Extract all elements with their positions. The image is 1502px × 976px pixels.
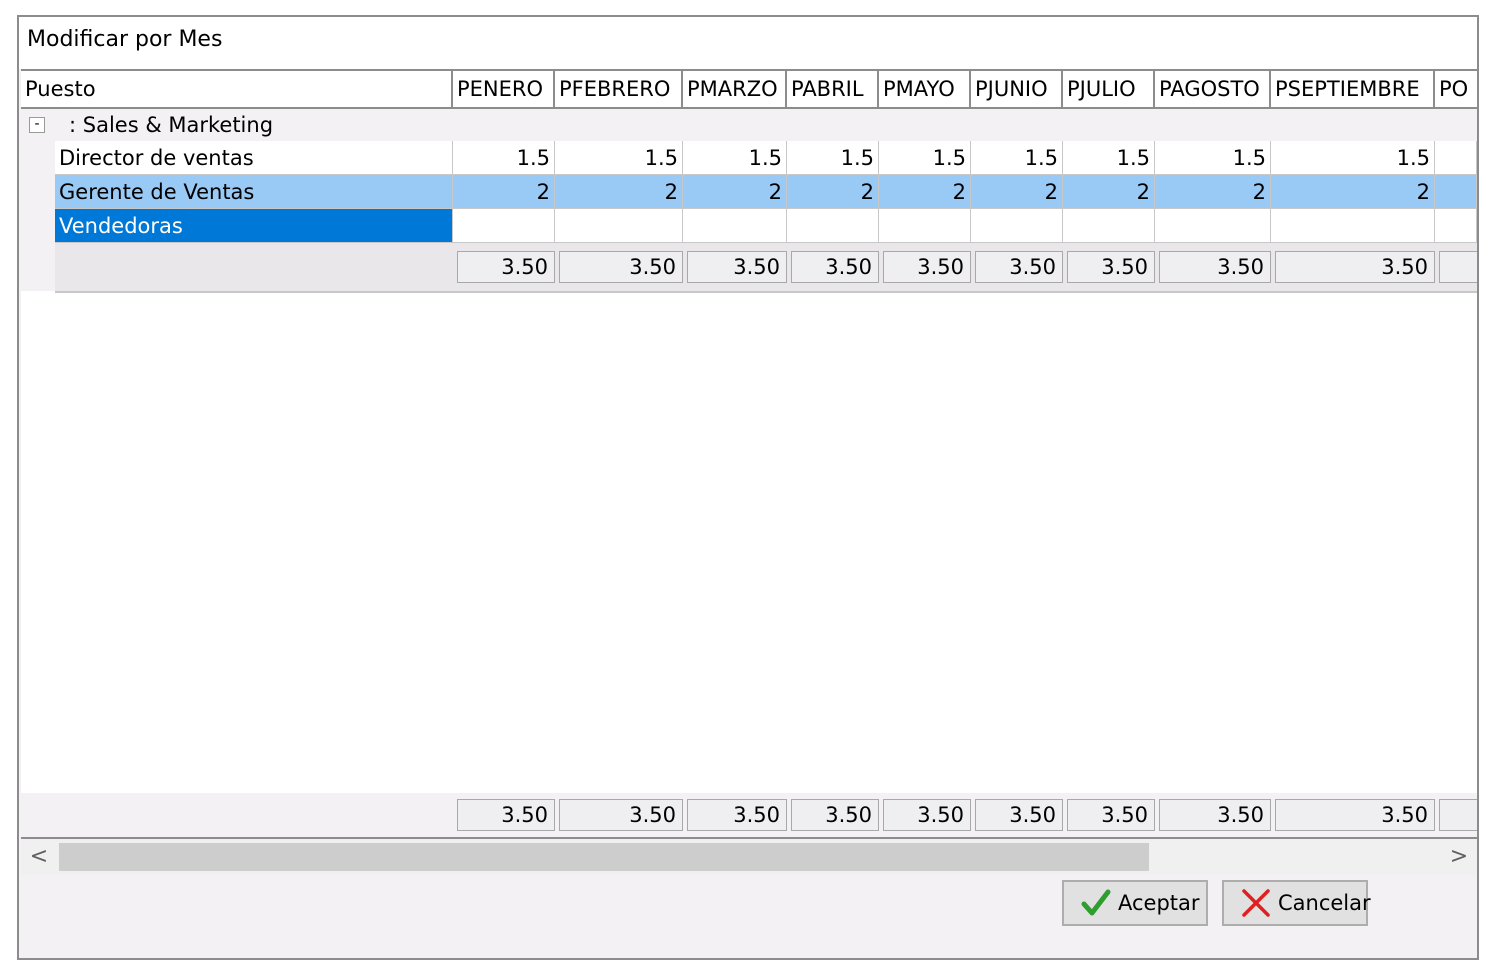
- grand-total-julio: 3.50: [1067, 799, 1155, 831]
- grand-total-enero: 3.50: [457, 799, 555, 831]
- grand-total-abril: 3.50: [791, 799, 879, 831]
- cell-enero[interactable]: 2: [453, 175, 555, 209]
- column-header-puesto[interactable]: Puesto: [21, 71, 453, 107]
- column-header-febrero[interactable]: PFEBRERO: [555, 71, 683, 107]
- title-bar: Modificar por Mes: [19, 17, 1477, 69]
- table-row[interactable]: Vendedoras: [55, 209, 1477, 243]
- scroll-right-arrow-icon[interactable]: >: [1445, 843, 1473, 871]
- checkmark-icon: [1081, 889, 1111, 916]
- column-header-julio[interactable]: PJULIO: [1063, 71, 1155, 107]
- cell-febrero[interactable]: 2: [555, 175, 683, 209]
- group-indent: [21, 141, 55, 291]
- cell-octubre[interactable]: [1435, 175, 1477, 209]
- cell-julio[interactable]: 1.5: [1063, 141, 1155, 175]
- group-total-mayo: 3.50: [883, 251, 971, 283]
- column-header-abril[interactable]: PABRIL: [787, 71, 879, 107]
- cell-abril[interactable]: [787, 209, 879, 243]
- collapse-toggle[interactable]: -: [29, 117, 45, 133]
- row-name[interactable]: Director de ventas: [55, 141, 453, 175]
- grand-total-mayo: 3.50: [883, 799, 971, 831]
- cell-julio[interactable]: [1063, 209, 1155, 243]
- group-summary-row: 3.50 3.50 3.50 3.50 3.50 3.50 3.50 3.50 …: [55, 243, 1477, 293]
- group-total-enero: 3.50: [457, 251, 555, 283]
- group-total-agosto: 3.50: [1159, 251, 1271, 283]
- column-header-septiembre[interactable]: PSEPTIEMBRE: [1271, 71, 1435, 107]
- cell-marzo[interactable]: [683, 209, 787, 243]
- cell-septiembre[interactable]: [1271, 209, 1435, 243]
- x-icon: [1242, 889, 1270, 917]
- horizontal-scrollbar[interactable]: < >: [21, 839, 1477, 875]
- window-title: Modificar por Mes: [27, 27, 223, 52]
- cell-octubre[interactable]: [1435, 141, 1477, 175]
- cell-junio[interactable]: [971, 209, 1063, 243]
- group-total-julio: 3.50: [1067, 251, 1155, 283]
- cell-agosto[interactable]: 2: [1155, 175, 1271, 209]
- cell-marzo[interactable]: 2: [683, 175, 787, 209]
- cancel-button[interactable]: Cancelar: [1222, 880, 1371, 926]
- cell-marzo[interactable]: 1.5: [683, 141, 787, 175]
- scroll-left-arrow-icon[interactable]: <: [25, 843, 53, 871]
- table-row[interactable]: Director de ventas 1.5 1.5 1.5 1.5 1.5 1…: [55, 141, 1477, 175]
- column-header-agosto[interactable]: PAGOSTO: [1155, 71, 1271, 107]
- cell-mayo[interactable]: [879, 209, 971, 243]
- grand-total-row: 3.50 3.50 3.50 3.50 3.50 3.50 3.50 3.50 …: [21, 793, 1477, 839]
- data-grid: Puesto PENERO PFEBRERO PMARZO PABRIL PMA…: [21, 69, 1477, 841]
- dialog-window: Modificar por Mes Puesto PENERO PFEBRERO…: [17, 15, 1479, 960]
- grand-total-junio: 3.50: [975, 799, 1063, 831]
- accept-button[interactable]: Aceptar: [1062, 880, 1208, 926]
- grand-total-agosto: 3.50: [1159, 799, 1271, 831]
- accept-label: Aceptar: [1118, 891, 1200, 915]
- table-row-selected[interactable]: Gerente de Ventas 2 2 2 2 2 2 2 2 2: [55, 175, 1477, 209]
- grid-header: Puesto PENERO PFEBRERO PMARZO PABRIL PMA…: [21, 71, 1477, 109]
- grand-total-octubre: [1439, 799, 1477, 831]
- grand-total-febrero: 3.50: [559, 799, 683, 831]
- cell-octubre[interactable]: [1435, 209, 1477, 243]
- cell-mayo[interactable]: 2: [879, 175, 971, 209]
- cell-enero[interactable]: 1.5: [453, 141, 555, 175]
- group-total-marzo: 3.50: [687, 251, 787, 283]
- scrollbar-thumb[interactable]: [59, 843, 1149, 871]
- column-header-mayo[interactable]: PMAYO: [879, 71, 971, 107]
- cell-febrero[interactable]: 1.5: [555, 141, 683, 175]
- cell-julio[interactable]: 2: [1063, 175, 1155, 209]
- cell-abril[interactable]: 1.5: [787, 141, 879, 175]
- cell-febrero[interactable]: [555, 209, 683, 243]
- cancel-label: Cancelar: [1278, 891, 1371, 915]
- cell-agosto[interactable]: [1155, 209, 1271, 243]
- cell-agosto[interactable]: 1.5: [1155, 141, 1271, 175]
- group-total-junio: 3.50: [975, 251, 1063, 283]
- cell-septiembre[interactable]: 1.5: [1271, 141, 1435, 175]
- group-total-abril: 3.50: [791, 251, 879, 283]
- cell-junio[interactable]: 2: [971, 175, 1063, 209]
- group-label: : Sales & Marketing: [69, 113, 274, 137]
- grand-total-septiembre: 3.50: [1275, 799, 1435, 831]
- cell-mayo[interactable]: 1.5: [879, 141, 971, 175]
- column-header-octubre[interactable]: PO: [1435, 71, 1477, 107]
- grand-total-marzo: 3.50: [687, 799, 787, 831]
- row-name[interactable]: Gerente de Ventas: [55, 175, 453, 209]
- cell-septiembre[interactable]: 2: [1271, 175, 1435, 209]
- cell-junio[interactable]: 1.5: [971, 141, 1063, 175]
- column-header-junio[interactable]: PJUNIO: [971, 71, 1063, 107]
- group-total-febrero: 3.50: [559, 251, 683, 283]
- column-header-marzo[interactable]: PMARZO: [683, 71, 787, 107]
- cell-enero[interactable]: [453, 209, 555, 243]
- cell-abril[interactable]: 2: [787, 175, 879, 209]
- group-total-octubre: [1439, 251, 1477, 283]
- group-row: - : Sales & Marketing: [21, 109, 1477, 141]
- group-total-septiembre: 3.50: [1275, 251, 1435, 283]
- row-name-focused[interactable]: Vendedoras: [55, 209, 453, 243]
- column-header-enero[interactable]: PENERO: [453, 71, 555, 107]
